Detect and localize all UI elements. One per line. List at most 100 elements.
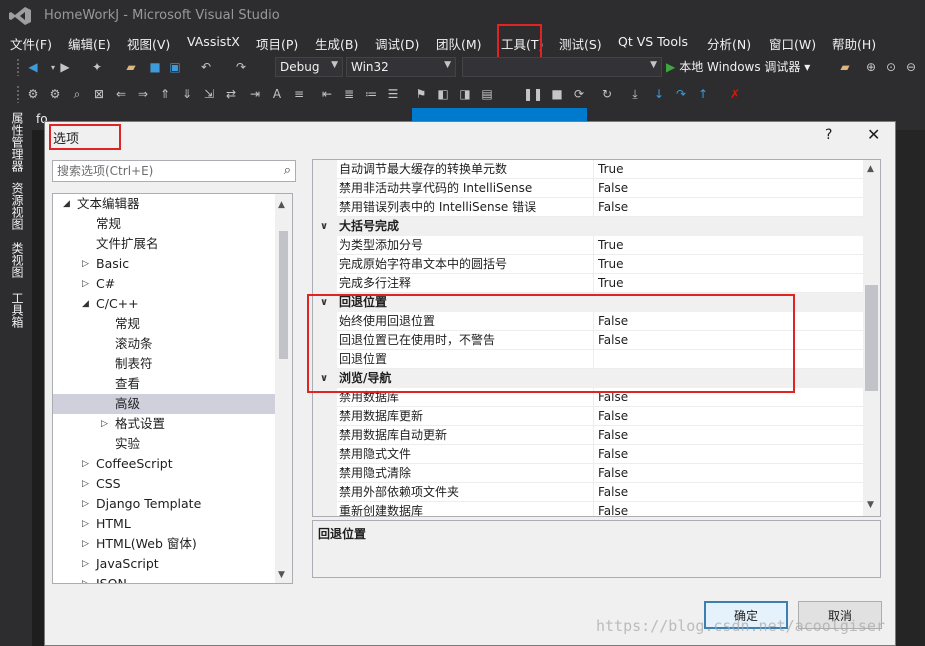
property-row[interactable]: 回退位置已在使用时，不警告 False	[313, 331, 865, 350]
align-icon[interactable]: ≡	[290, 85, 308, 103]
tree-item[interactable]: ▷ 格式设置	[53, 414, 275, 434]
collapse-chevron-icon[interactable]: ∨	[320, 293, 328, 312]
search-input[interactable]	[53, 161, 263, 181]
navigate-forward-icon[interactable]: ▶	[56, 58, 74, 76]
restart-icon[interactable]: ⟳	[570, 85, 588, 103]
menu-edit[interactable]: 编辑(E)	[68, 34, 111, 53]
property-row[interactable]: 禁用隐式清除 False	[313, 464, 865, 483]
property-value[interactable]: False	[593, 445, 865, 464]
tree-scroll-thumb[interactable]	[279, 231, 288, 359]
format-icon[interactable]: A	[268, 85, 286, 103]
arrow-right-icon[interactable]: ⇒	[134, 85, 152, 103]
property-value[interactable]: False	[593, 388, 865, 407]
step-into-icon[interactable]: ⤓	[626, 85, 644, 103]
navigate-back-icon[interactable]: ◀	[24, 58, 42, 76]
toggle-icon[interactable]: ⇄	[222, 85, 240, 103]
property-category[interactable]: ∨ 大括号完成	[313, 217, 865, 236]
tree-item[interactable]: ◢ 文本编辑器	[53, 194, 275, 214]
collapsed-arrow-icon[interactable]: ▷	[101, 414, 108, 434]
property-category[interactable]: ∨ 回退位置	[313, 293, 865, 312]
comment-icon[interactable]: ≣	[340, 85, 358, 103]
zoom-icon[interactable]: ⊙	[882, 58, 900, 76]
tree-item[interactable]: ▷ JSON	[53, 574, 275, 583]
search-icon[interactable]: ⌕	[284, 163, 291, 178]
menu-analyze[interactable]: 分析(N)	[707, 34, 751, 53]
menu-team[interactable]: 团队(M)	[436, 34, 482, 53]
scroll-up-icon[interactable]: ▲	[867, 164, 874, 174]
help-button[interactable]: ?	[825, 127, 832, 143]
tree-item[interactable]: 常规	[53, 214, 275, 234]
property-value[interactable]: False	[593, 464, 865, 483]
list-icon[interactable]: ☰	[384, 85, 402, 103]
zoom-out-icon[interactable]: ⊖	[902, 58, 920, 76]
side-tab-resource-view[interactable]: 资源视图	[6, 182, 26, 230]
new-project-icon[interactable]: ✦	[88, 58, 106, 76]
menu-help[interactable]: 帮助(H)	[832, 34, 876, 53]
start-debugging-button[interactable]: ▶ 本地 Windows 调试器 ▾	[666, 58, 810, 75]
collapsed-arrow-icon[interactable]: ▷	[82, 454, 89, 474]
property-row[interactable]: 禁用数据库更新 False	[313, 407, 865, 426]
menu-debug[interactable]: 调试(D)	[375, 34, 419, 53]
tree-item[interactable]: 文件扩展名	[53, 234, 275, 254]
property-row[interactable]: 禁用错误列表中的 IntelliSense 错误 False	[313, 198, 865, 217]
outdent-icon[interactable]: ⇤	[318, 85, 336, 103]
pause-icon[interactable]: ❚❚	[523, 85, 543, 103]
indent-icon[interactable]: ⇥	[246, 85, 264, 103]
rebuild-icon[interactable]: ⚙	[46, 85, 64, 103]
bookmark-icon[interactable]: ⇲	[200, 85, 218, 103]
close-button[interactable]: ✕	[867, 125, 880, 144]
uncomment-icon[interactable]: ≔	[362, 85, 380, 103]
property-row[interactable]: 完成多行注释 True	[313, 274, 865, 293]
find-icon[interactable]: ⌕	[68, 85, 86, 103]
collapsed-arrow-icon[interactable]: ▷	[82, 514, 89, 534]
startup-project-combo[interactable]: ▼	[462, 57, 662, 77]
step-in-icon[interactable]: ↓	[650, 85, 668, 103]
menu-view[interactable]: 视图(V)	[127, 34, 170, 53]
tree-item[interactable]: 制表符	[53, 354, 275, 374]
menu-qt-vs-tools[interactable]: Qt VS Tools	[618, 34, 688, 49]
arrow-left-icon[interactable]: ⇐	[112, 85, 130, 103]
collapsed-arrow-icon[interactable]: ▷	[82, 254, 89, 274]
scroll-up-icon[interactable]: ▲	[278, 200, 285, 210]
expanded-arrow-icon[interactable]: ◢	[63, 194, 70, 214]
open-file-icon[interactable]: ▰	[122, 58, 140, 76]
property-row[interactable]: 禁用外部依赖项文件夹 False	[313, 483, 865, 502]
grid-scroll-thumb[interactable]	[865, 285, 878, 391]
property-row[interactable]: 禁用数据库自动更新 False	[313, 426, 865, 445]
side-tab-class-view[interactable]: 类视图	[6, 242, 26, 278]
property-value[interactable]: False	[593, 331, 865, 350]
menu-file[interactable]: 文件(F)	[10, 34, 52, 53]
scroll-down-icon[interactable]: ▼	[278, 570, 285, 580]
property-row[interactable]: 禁用隐式文件 False	[313, 445, 865, 464]
property-value[interactable]: False	[593, 483, 865, 502]
breakpoint-icon[interactable]: ✗	[726, 85, 744, 103]
property-value[interactable]: False	[593, 407, 865, 426]
platform-combo[interactable]: Win32 ▼	[346, 57, 456, 77]
property-row[interactable]: 为类型添加分号 True	[313, 236, 865, 255]
tree-item[interactable]: ▷ JavaScript	[53, 554, 275, 574]
arrow-up-icon[interactable]: ⇑	[156, 85, 174, 103]
clear-bookmarks-icon[interactable]: ▤	[478, 85, 496, 103]
toolbar-grip[interactable]	[16, 85, 20, 103]
collapsed-arrow-icon[interactable]: ▷	[82, 274, 89, 294]
property-value[interactable]: True	[593, 274, 865, 293]
step-out-icon[interactable]: ↑	[694, 85, 712, 103]
collapse-chevron-icon[interactable]: ∨	[320, 217, 328, 236]
tree-item[interactable]: 实验	[53, 434, 275, 454]
property-value[interactable]: False	[593, 502, 865, 516]
property-value[interactable]	[593, 350, 865, 369]
redo-icon[interactable]: ↷	[232, 58, 250, 76]
collapse-icon[interactable]: ⊠	[90, 85, 108, 103]
property-row[interactable]: 自动调节最大缓存的转换单元数 True	[313, 160, 865, 179]
prev-bookmark-icon[interactable]: ◧	[434, 85, 452, 103]
menu-build[interactable]: 生成(B)	[315, 34, 358, 53]
property-row[interactable]: 重新创建数据库 False	[313, 502, 865, 516]
property-value[interactable]: False	[593, 312, 865, 331]
property-value[interactable]: True	[593, 236, 865, 255]
tree-item[interactable]: ▷ HTML	[53, 514, 275, 534]
tree-item[interactable]: ▷ Basic	[53, 254, 275, 274]
property-row[interactable]: 回退位置	[313, 350, 865, 369]
tree-item[interactable]: 滚动条	[53, 334, 275, 354]
property-value[interactable]: False	[593, 426, 865, 445]
grid-scrollbar[interactable]: ▲ ▼	[863, 160, 880, 516]
